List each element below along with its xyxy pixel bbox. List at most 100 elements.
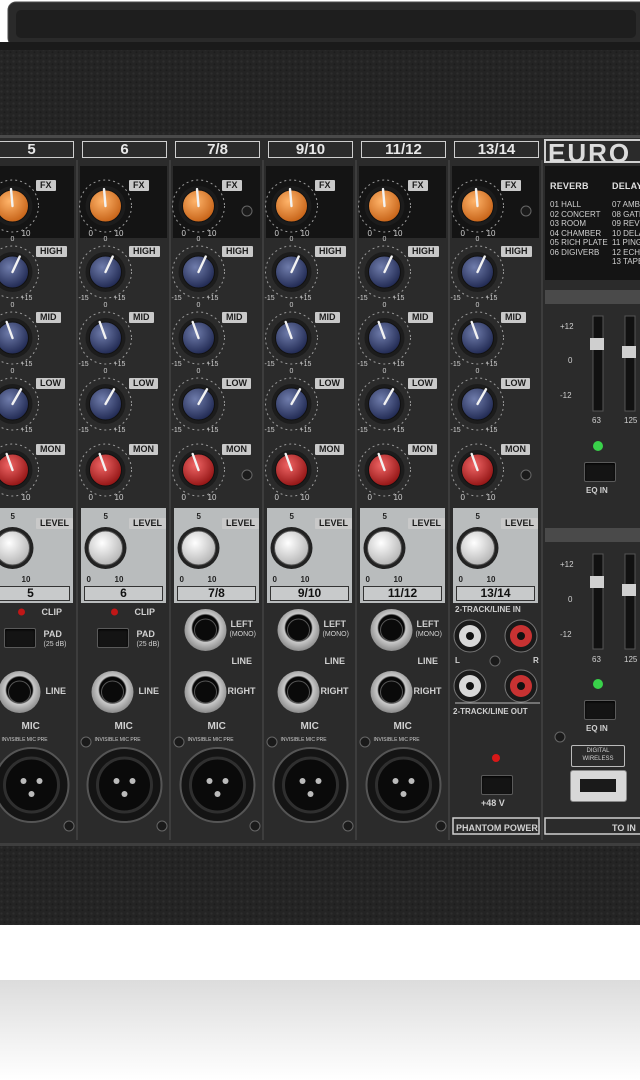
ch6-pad-label: PAD bbox=[136, 629, 155, 639]
ch13-14-number-top: 13/14 bbox=[454, 141, 539, 158]
ch9-10-mon-label: MON bbox=[315, 444, 344, 455]
ch9-10-level-label: LEVEL bbox=[315, 518, 353, 529]
eq2-scale-minus12: -12 bbox=[560, 630, 572, 639]
ch11-12-low-mid0: 0 bbox=[382, 368, 387, 375]
eq2-in-button[interactable] bbox=[584, 700, 616, 720]
ch5-clip-label: CLIP bbox=[41, 607, 63, 617]
ch6-mid-mid0: 0 bbox=[103, 302, 108, 309]
ch11-12-fx-max: 10 bbox=[393, 229, 403, 238]
ch11-12-high-label: HIGH bbox=[408, 246, 439, 257]
ch7-8-level-10: 10 bbox=[207, 575, 217, 584]
ch7-8-number-bottom: 7/8 bbox=[177, 586, 256, 601]
ch9-10-low-label: LOW bbox=[315, 378, 344, 389]
ch6-clip-label: CLIP bbox=[134, 607, 156, 617]
ch6-fx-label: FX bbox=[129, 180, 149, 191]
ch11-12-mon-max: 10 bbox=[393, 493, 403, 502]
ch5-high-label: HIGH bbox=[36, 246, 67, 257]
ch13-14-high-max: +15 bbox=[485, 295, 498, 302]
eq2-scale-0: 0 bbox=[568, 595, 573, 604]
ch6-low-max: +15 bbox=[113, 427, 126, 434]
ch13-14-mon-max: 10 bbox=[486, 493, 496, 502]
usb-port[interactable] bbox=[570, 770, 627, 802]
ch5-mon-label: MON bbox=[36, 444, 65, 455]
ch7-8-mid-min: -15 bbox=[171, 361, 182, 368]
ch11-12-level-5: 5 bbox=[382, 512, 387, 521]
ch6-level-5: 5 bbox=[103, 512, 108, 521]
rca-l-label: L bbox=[455, 656, 460, 665]
ch5-pad-sub: (25 dB) bbox=[43, 641, 67, 648]
ch7-8-fx-max: 10 bbox=[207, 229, 217, 238]
ch11-12-mid-label: MID bbox=[408, 312, 433, 323]
ch7-8-level-label: LEVEL bbox=[222, 518, 260, 529]
ch6-mic-label: MIC bbox=[114, 721, 133, 732]
ch13-14-low-max: +15 bbox=[485, 427, 498, 434]
ch9-10-level-10: 10 bbox=[300, 575, 310, 584]
ch7-8-high-max: +15 bbox=[206, 295, 219, 302]
phantom-power-label: PHANTOM POWER bbox=[456, 823, 538, 833]
eq1-freq-125: 125 bbox=[624, 416, 638, 425]
ch6-mid-max: +15 bbox=[113, 361, 126, 368]
ch9-10-low-mid0: 0 bbox=[289, 368, 294, 375]
wireless-line1: DIGITAL bbox=[586, 748, 610, 754]
ch5-fx-label: FX bbox=[36, 180, 56, 191]
ch9-10-fx-label: FX bbox=[315, 180, 335, 191]
ch6-level-0: 0 bbox=[86, 575, 91, 584]
ch13-14-level-label: LEVEL bbox=[501, 518, 539, 529]
ch6-line-label: LINE bbox=[138, 686, 160, 696]
ch13-14-mon-label: MON bbox=[501, 444, 530, 455]
ch6-pad-sub: (25 dB) bbox=[136, 641, 160, 648]
ch11-12-number-top: 11/12 bbox=[361, 141, 446, 158]
ch7-8-left-label: LEFT bbox=[230, 619, 254, 629]
ch9-10-line-label: LINE bbox=[324, 656, 346, 666]
ch7-8-high-label: HIGH bbox=[222, 246, 253, 257]
ch11-12-line-label: LINE bbox=[417, 656, 439, 666]
delay-preset-12: 12 ECHO bbox=[612, 247, 640, 257]
ch7-8-low-label: LOW bbox=[222, 378, 251, 389]
ch11-12-mic-label: MIC bbox=[393, 721, 412, 732]
phantom-power-button[interactable] bbox=[481, 775, 513, 795]
delay-preset-10: 10 DELA bbox=[612, 228, 640, 238]
ch13-14-mon-min: 0 bbox=[460, 493, 465, 502]
ch9-10-fx-max: 10 bbox=[300, 229, 310, 238]
ch9-10-fx-min: 0 bbox=[274, 229, 279, 238]
ch13-14-mid-min: -15 bbox=[450, 361, 461, 368]
eq1-scale-plus12: +12 bbox=[560, 322, 574, 331]
two-track-in-label: 2-TRACK/LINE IN bbox=[455, 605, 521, 614]
eq1-scale-0: 0 bbox=[568, 356, 573, 365]
ch9-10-left-label: LEFT bbox=[323, 619, 347, 629]
ch9-10-number-bottom: 9/10 bbox=[270, 586, 349, 601]
ch13-14-low-mid0: 0 bbox=[475, 368, 480, 375]
ch7-8-level-0: 0 bbox=[179, 575, 184, 584]
ch5-mid-max: +15 bbox=[20, 361, 33, 368]
ch13-14-fx-max: 10 bbox=[486, 229, 496, 238]
delay-preset-11: 11 PING bbox=[612, 238, 640, 247]
ch9-10-high-min: -15 bbox=[264, 295, 275, 302]
ch6-high-min: -15 bbox=[78, 295, 89, 302]
ch5-line-label: LINE bbox=[45, 686, 67, 696]
ch6-level-label: LEVEL bbox=[129, 518, 167, 529]
ch6-mon-min: 0 bbox=[88, 493, 93, 502]
ch9-10-low-max: +15 bbox=[299, 427, 312, 434]
ch6-high-max: +15 bbox=[113, 295, 126, 302]
ch7-8-mic-label: MIC bbox=[207, 721, 226, 732]
ch7-8-mid-label: MID bbox=[222, 312, 247, 323]
ch5-number-bottom: 5 bbox=[0, 586, 70, 601]
ch7-8-mon-min: 0 bbox=[181, 493, 186, 502]
ch6-pad-button[interactable] bbox=[96, 628, 129, 648]
delay-preset-13: 13 TAPE bbox=[612, 257, 640, 266]
ch5-fx-max: 10 bbox=[21, 229, 31, 238]
reverb-preset-6: 06 DIGIVERB bbox=[550, 247, 600, 257]
ch9-10-mid-label: MID bbox=[315, 312, 340, 323]
ch5-level-label: LEVEL bbox=[36, 518, 74, 529]
ch13-14-level-0: 0 bbox=[458, 575, 463, 584]
rca-r-label: R bbox=[533, 656, 539, 665]
eq1-freq-63: 63 bbox=[592, 416, 601, 425]
ch5-level-10: 10 bbox=[21, 575, 31, 584]
eq1-in-button[interactable] bbox=[584, 462, 616, 482]
ch7-8-mid-max: +15 bbox=[206, 361, 219, 368]
ch6-number-bottom: 6 bbox=[84, 586, 163, 601]
ch9-10-level-0: 0 bbox=[272, 575, 277, 584]
ch13-14-fx-label: FX bbox=[501, 180, 521, 191]
ch5-pad-button[interactable] bbox=[3, 628, 36, 648]
eq2-freq-125: 125 bbox=[624, 655, 638, 664]
